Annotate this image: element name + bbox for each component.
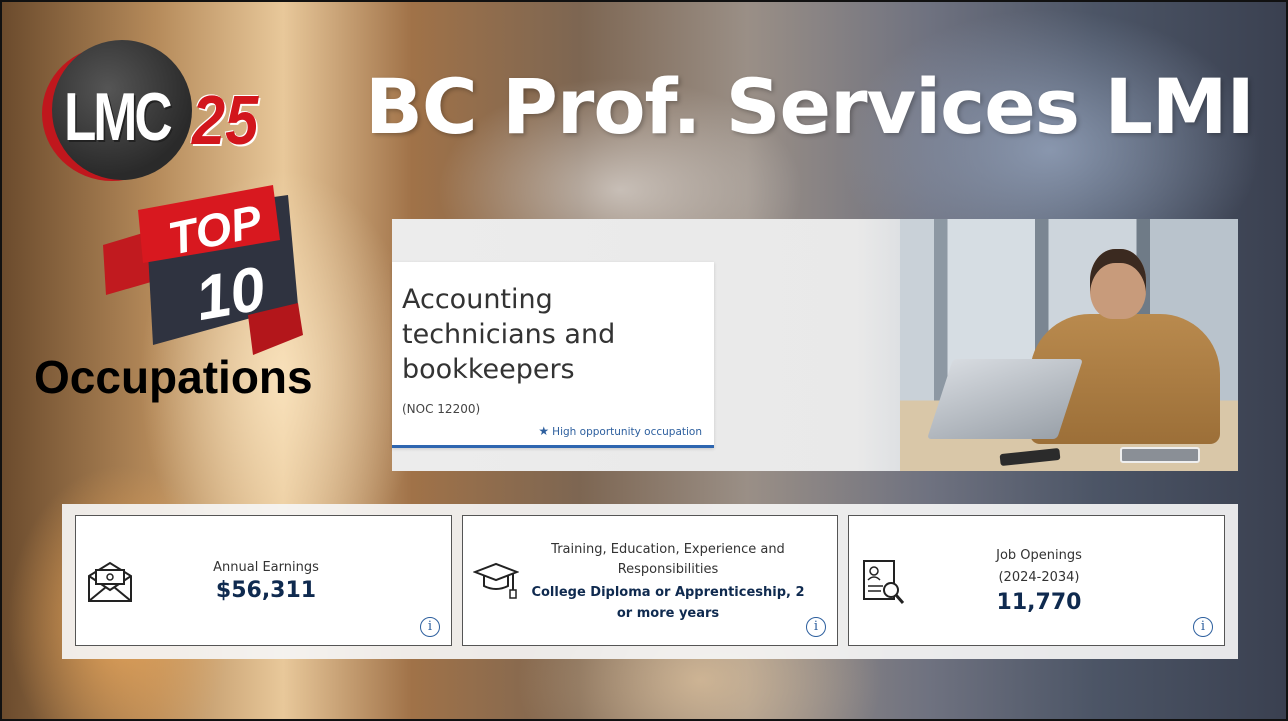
job-openings-value: 11,770 — [996, 590, 1082, 615]
info-icon[interactable]: i — [1193, 617, 1213, 637]
earnings-card: Annual Earnings $56,311 i — [75, 515, 452, 646]
occupation-title: Accounting technicians and bookkeepers — [402, 284, 616, 385]
photo-phone — [999, 447, 1061, 467]
money-envelope-icon — [88, 561, 132, 602]
photo-laptop — [927, 359, 1083, 439]
info-icon[interactable]: i — [806, 617, 826, 637]
star-icon: ★ — [538, 424, 550, 438]
job-openings-label: Job Openings — [996, 548, 1082, 563]
logo-lmc-text: LMC — [64, 79, 173, 155]
training-card: Training, Education, Experience and Resp… — [462, 515, 838, 646]
photo-person-head — [1090, 249, 1146, 319]
logo-25-text: 25 — [192, 81, 259, 159]
top10-badge: TOP 10 — [98, 185, 308, 360]
high-opportunity-tag: ★ High opportunity occupation — [538, 424, 702, 438]
slide-title: BC Prof. Services LMI — [365, 62, 1255, 151]
occupation-card: Accounting technicians and bookkeepers (… — [392, 262, 714, 448]
occupation-noc: (NOC 12200) — [402, 402, 481, 416]
training-label: Training, Education, Experience and Resp… — [551, 542, 785, 577]
job-openings-card: Job Openings (2024-2034) 11,770 i — [848, 515, 1225, 646]
training-value: College Diploma or Apprenticeship, 2 or … — [531, 585, 805, 621]
resume-search-icon — [863, 560, 905, 604]
graduation-cap-icon — [473, 562, 519, 599]
earnings-value: $56,311 — [215, 578, 317, 603]
badge-number-text: 10 — [190, 254, 270, 334]
office-worker-photo — [900, 219, 1238, 471]
photo-tablet — [1120, 447, 1200, 463]
stats-panel: Annual Earnings $56,311 i Training, Educ… — [62, 504, 1238, 659]
high-opportunity-label: High opportunity occupation — [552, 426, 702, 438]
job-openings-period: (2024-2034) — [998, 570, 1080, 585]
earnings-label: Annual Earnings — [213, 560, 319, 575]
info-icon[interactable]: i — [420, 617, 440, 637]
lmc25-logo: LMC 25 — [42, 38, 292, 183]
occupations-heading: Occupations — [34, 351, 313, 403]
